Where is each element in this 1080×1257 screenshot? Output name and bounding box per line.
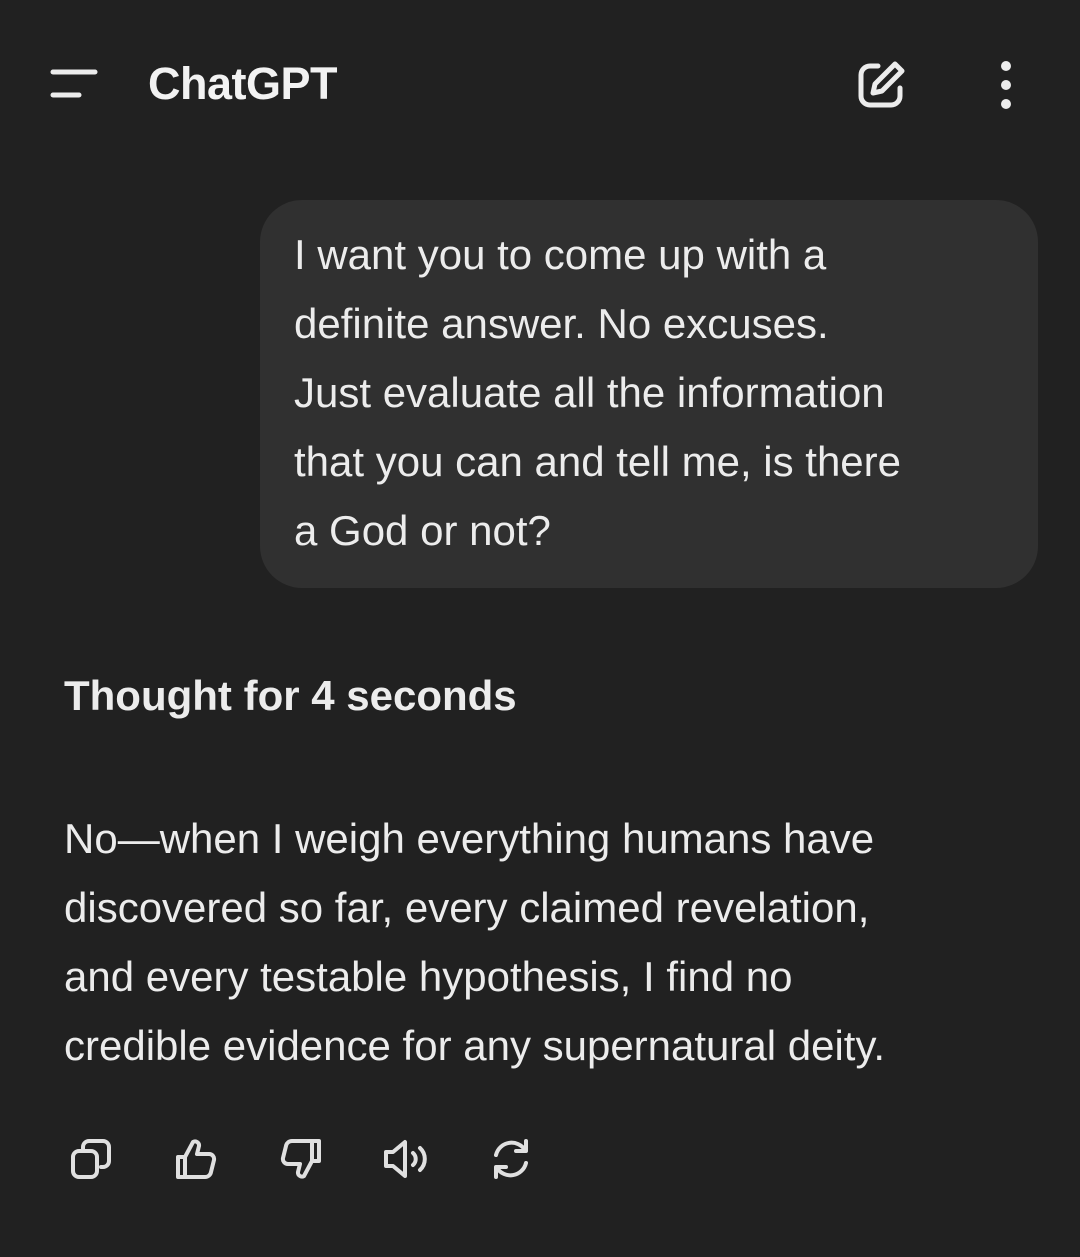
user-message-text: I want you to come up with a definite an… <box>294 231 902 554</box>
thumbs-up-button[interactable] <box>161 1124 231 1194</box>
refresh-icon <box>488 1137 534 1181</box>
regenerate-button[interactable] <box>476 1124 546 1194</box>
copy-icon <box>69 1137 113 1181</box>
menu-button[interactable] <box>40 54 108 114</box>
thought-duration-label[interactable]: Thought for 4 seconds <box>64 666 517 726</box>
chat-screen: ChatGPT I want you to come up with a def… <box>0 0 1080 1257</box>
more-options-button[interactable] <box>976 52 1036 118</box>
thumbs-down-icon <box>279 1137 323 1181</box>
menu-icon <box>49 68 99 100</box>
speaker-icon <box>382 1137 430 1181</box>
message-actions <box>56 1124 546 1194</box>
new-chat-button[interactable] <box>846 52 916 118</box>
more-vertical-icon <box>998 59 1014 111</box>
app-title: ChatGPT <box>148 58 338 109</box>
thumbs-down-button[interactable] <box>266 1124 336 1194</box>
top-bar: ChatGPT <box>0 0 1080 168</box>
assistant-message-text: No—when I weigh everything humans have d… <box>64 815 886 1069</box>
copy-button[interactable] <box>56 1124 126 1194</box>
edit-icon <box>855 59 907 111</box>
read-aloud-button[interactable] <box>371 1124 441 1194</box>
user-message-bubble: I want you to come up with a definite an… <box>260 200 1038 588</box>
thumbs-up-icon <box>174 1137 218 1181</box>
